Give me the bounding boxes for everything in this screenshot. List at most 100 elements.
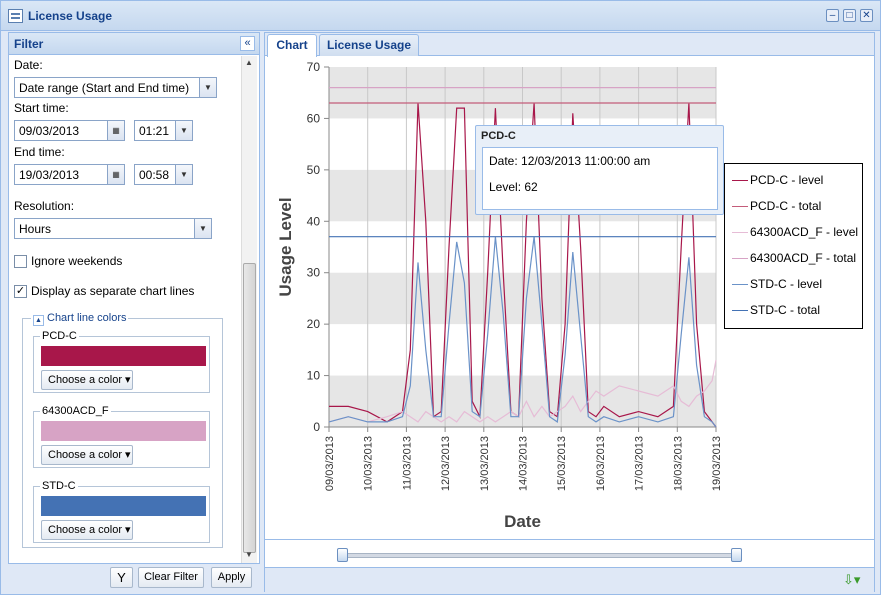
minimize-icon[interactable]: – <box>826 9 839 22</box>
scroll-down-icon[interactable]: ▼ <box>245 550 253 559</box>
tab-chart[interactable]: Chart <box>267 34 317 57</box>
scroll-up-icon[interactable]: ▲ <box>245 58 253 67</box>
y-tick-label: 10 <box>307 369 321 383</box>
legend-item[interactable]: 64300ACD_F - total <box>725 246 864 272</box>
chart-line-colors-fieldset: ▲ Chart line colors PCD-C Choose a color … <box>22 312 223 548</box>
tab-bar: Chart License Usage <box>265 33 874 57</box>
resolution-select[interactable]: Hours ▼ <box>14 218 212 239</box>
start-date-field[interactable]: 09/03/2013 ▦ <box>14 120 125 141</box>
slider-track[interactable] <box>343 553 739 558</box>
resolution-value: Hours <box>19 222 52 236</box>
chart-tooltip: PCD-C Date: 12/03/2013 11:00:00 am Level… <box>475 125 724 215</box>
chevron-down-icon[interactable]: ▼ <box>175 165 192 184</box>
date-range-slider <box>265 539 874 567</box>
y-tick-label: 70 <box>307 60 321 74</box>
legend-swatch <box>732 258 748 259</box>
collapse-up-icon[interactable]: ▲ <box>33 315 44 326</box>
chart-line-colors-title: Chart line colors <box>47 312 127 324</box>
x-tick-label: 11/03/2013 <box>401 436 413 490</box>
window-title-bar[interactable]: License Usage – □ ✕ <box>1 1 880 31</box>
chart-toolbar: ⇩▾ <box>265 567 874 592</box>
x-tick-label: 09/03/2013 <box>324 436 336 491</box>
filter-toolbar: Y Clear Filter Apply <box>8 564 260 592</box>
chevron-down-icon[interactable]: ▼ <box>175 121 192 140</box>
download-icon[interactable]: ⇩▾ <box>843 572 860 588</box>
end-time-value: 00:58 <box>139 168 170 182</box>
x-tick-label: 10/03/2013 <box>363 436 375 491</box>
filter-panel: Filter « Date: Date range (Start and End… <box>8 32 260 564</box>
y-axis-title: Usage Level <box>276 197 295 296</box>
start-time-value: 01:21 <box>139 124 170 138</box>
legend-item[interactable]: 64300ACD_F - level <box>725 220 864 246</box>
legend-swatch <box>732 180 748 181</box>
calendar-icon[interactable]: ▦ <box>107 121 124 140</box>
choose-color-button[interactable]: Choose a color ▾ <box>41 520 133 540</box>
legend-item[interactable]: STD-C - total <box>725 298 864 324</box>
ignore-weekends-label: Ignore weekends <box>31 254 123 268</box>
x-tick-label: 17/03/2013 <box>634 436 646 491</box>
y-tick-label: 20 <box>307 317 321 331</box>
tab-license-usage[interactable]: License Usage <box>319 34 419 56</box>
ignore-weekends-checkbox[interactable] <box>14 255 27 268</box>
legend-item[interactable]: STD-C - level <box>725 272 864 298</box>
apply-button[interactable]: Apply <box>211 567 252 588</box>
legend-label: 64300ACD_F - total <box>750 251 857 265</box>
y-tick-label: 60 <box>307 111 321 125</box>
legend-label: PCD-C - level <box>750 173 824 187</box>
color-group-label: 64300ACD_F <box>40 405 111 417</box>
calendar-icon[interactable]: ▦ <box>107 165 124 184</box>
date-mode-value: Date range (Start and End time) <box>19 81 190 95</box>
end-time-field[interactable]: 00:58 ▼ <box>134 164 193 185</box>
slider-end-thumb[interactable] <box>731 548 742 562</box>
legend-label: STD-C - level <box>750 277 823 291</box>
color-group-pcd-c: PCD-C Choose a color ▾ <box>33 330 210 393</box>
choose-color-button[interactable]: Choose a color ▾ <box>41 370 133 390</box>
chevron-down-icon[interactable]: ▼ <box>194 219 211 238</box>
color-group-label: STD-C <box>40 480 78 492</box>
clear-filter-button[interactable]: Clear Filter <box>138 567 204 588</box>
legend-label: PCD-C - total <box>750 199 822 213</box>
legend-swatch <box>732 232 748 233</box>
start-time-field[interactable]: 01:21 ▼ <box>134 120 193 141</box>
tooltip-level: Level: 62 <box>489 180 538 194</box>
choose-color-button[interactable]: Choose a color ▾ <box>41 445 133 465</box>
filter-scrollbar[interactable]: ▲ ▼ <box>241 56 257 563</box>
end-time-label: End time: <box>14 145 65 159</box>
start-date-value: 09/03/2013 <box>19 124 80 138</box>
x-tick-label: 13/03/2013 <box>479 436 491 491</box>
separate-lines-checkbox[interactable]: ✓ <box>14 285 27 298</box>
start-time-label: Start time: <box>14 101 69 115</box>
collapse-panel-icon[interactable]: « <box>240 36 255 51</box>
date-mode-select[interactable]: Date range (Start and End time) ▼ <box>14 77 217 98</box>
legend-swatch <box>732 284 748 285</box>
x-tick-label: 19/03/2013 <box>711 436 723 491</box>
maximize-icon[interactable]: □ <box>843 9 856 22</box>
close-icon[interactable]: ✕ <box>860 9 873 22</box>
y-tick-label: 30 <box>307 266 321 280</box>
end-date-field[interactable]: 19/03/2013 ▦ <box>14 164 125 185</box>
y-tick-label: 0 <box>313 420 320 434</box>
chevron-down-icon[interactable]: ▼ <box>199 78 216 97</box>
x-tick-label: 16/03/2013 <box>595 436 607 491</box>
legend-item[interactable]: PCD-C - total <box>725 194 864 220</box>
filter-title: Filter <box>14 37 44 51</box>
tooltip-body: Date: 12/03/2013 11:00:00 am Level: 62 <box>482 147 718 210</box>
legend-item[interactable]: PCD-C - level <box>725 168 864 194</box>
separate-lines-label: Display as separate chart lines <box>31 284 195 298</box>
chart-line-colors-legend[interactable]: ▲ Chart line colors <box>31 312 129 326</box>
color-swatch-pcd-c <box>41 346 206 366</box>
tooltip-title: PCD-C <box>481 130 516 142</box>
x-axis-title: Date <box>504 512 541 531</box>
x-tick-label: 15/03/2013 <box>556 436 568 491</box>
slider-start-thumb[interactable] <box>337 548 348 562</box>
filter-funnel-icon[interactable]: Y <box>110 567 133 588</box>
main-panel: Chart License Usage 0 10 20 30 40 50 60 70 09/03… <box>264 32 875 592</box>
chart-legend: PCD-C - level PCD-C - total 64300ACD_F - l… <box>724 163 863 329</box>
license-list-icon <box>8 9 23 23</box>
x-tick-label: 12/03/2013 <box>440 436 452 491</box>
scrollbar-thumb[interactable] <box>243 263 256 553</box>
legend-swatch <box>732 310 748 311</box>
legend-swatch <box>732 206 748 207</box>
color-swatch-std-c <box>41 496 206 516</box>
resolution-label: Resolution: <box>14 199 75 213</box>
